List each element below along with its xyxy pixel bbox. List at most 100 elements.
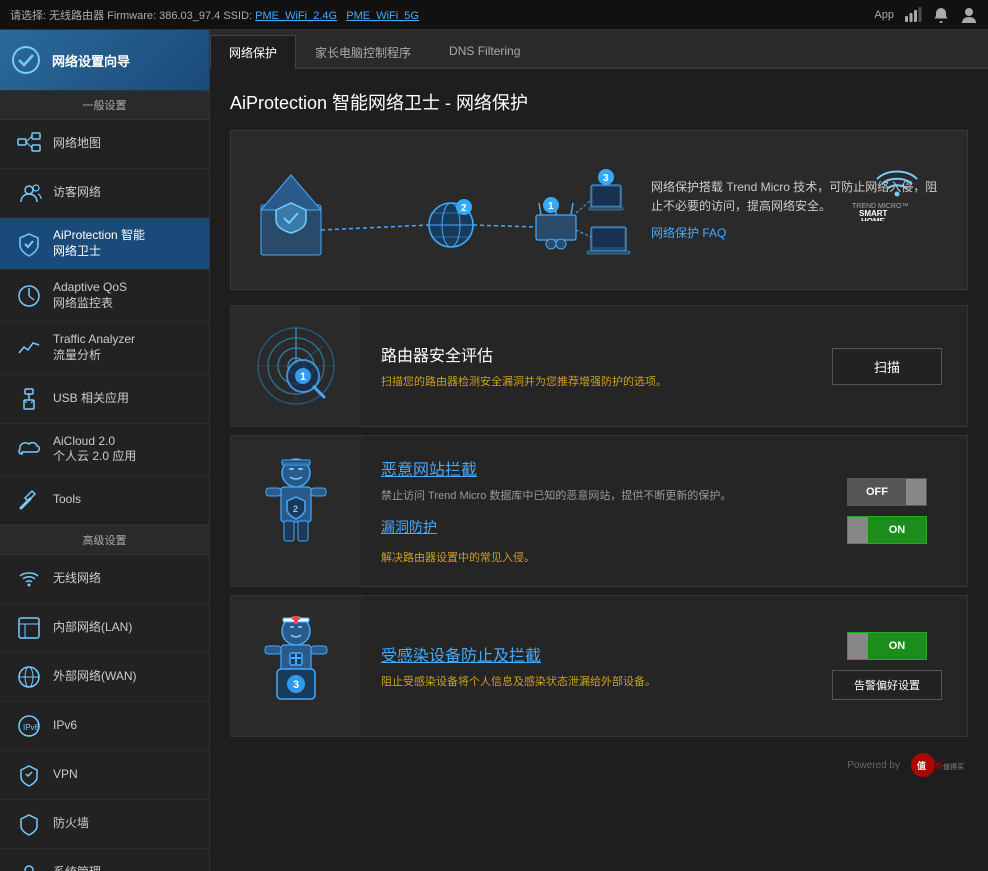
sidebar-item-traffic[interactable]: Traffic Analyzer流量分析 [0, 322, 209, 374]
header: 请选择: 无线路由器 Firmware: 386.03_97.4 SSID: P… [0, 0, 988, 30]
sidebar-item-wireless-label: 无线网络 [53, 571, 101, 587]
router-security-content: 路由器安全评估 扫描您的路由器检测安全漏洞并为您推荐增强防护的选项。 [361, 306, 807, 426]
malicious-site-title: 恶意网站拦截 [381, 456, 787, 480]
sidebar-item-usb-label: USB 相关应用 [53, 391, 129, 407]
usb-icon [15, 385, 43, 413]
malicious-site-toggle[interactable]: OFF [847, 478, 927, 506]
vulnerability-desc: 解决路由器设置中的常见入侵。 [381, 550, 787, 567]
network-diagram: 2 1 [251, 155, 631, 265]
sidebar-item-guest-label: 访客网络 [53, 185, 101, 201]
infected-actions: ON 告警偏好设置 [807, 596, 967, 736]
network-map-icon [15, 130, 43, 158]
wireless-icon [15, 565, 43, 593]
user-icon[interactable] [960, 6, 978, 24]
sidebar-wizard[interactable]: 网络设置向导 [0, 30, 209, 90]
sidebar-item-lan[interactable]: 内部网络(LAN) [0, 604, 209, 653]
toggle-knob [906, 479, 926, 505]
svg-text:值: 值 [917, 760, 926, 771]
qos-icon [15, 282, 43, 310]
ssid1-link[interactable]: PME_WiFi_2.4G [255, 10, 337, 22]
layout: 网络设置向导 一般设置 网络地图 [0, 30, 988, 871]
svg-text:外: 外 [935, 761, 943, 771]
admin-icon [15, 859, 43, 871]
wizard-label: 网络设置向导 [52, 51, 130, 70]
powered-by-area: Powered by 值 外 值得买 [230, 745, 968, 785]
sidebar-item-traffic-label: Traffic Analyzer流量分析 [53, 332, 135, 363]
malicious-site-desc: 禁止访问 Trend Micro 数据库中已知的恶意网站，提供不断更新的保护。 [381, 488, 787, 505]
infected-device-title: 受感染设备防止及拦截 [381, 642, 787, 666]
toggle-on-label: ON [868, 517, 926, 543]
app-label: App [874, 9, 894, 21]
signal-icon [904, 6, 922, 24]
tools-icon [15, 486, 43, 514]
svg-text:2: 2 [293, 504, 298, 514]
svg-text:IPv6: IPv6 [23, 723, 40, 732]
sidebar-item-guest-network[interactable]: 访客网络 [0, 169, 209, 218]
infected-toggle-knob [848, 633, 868, 659]
sidebar-item-network-map[interactable]: 网络地图 [0, 120, 209, 169]
trend-micro-logo: TREND MICRO™ SMART HOME NETWORK [847, 151, 947, 221]
infected-icon-area: 3 [231, 596, 361, 736]
sidebar-item-tools[interactable]: Tools [0, 476, 209, 525]
sidebar-item-lan-label: 内部网络(LAN) [53, 620, 132, 636]
svg-text:值得买: 值得买 [943, 762, 964, 771]
tab-dns-filtering[interactable]: DNS Filtering [430, 35, 539, 69]
sidebar-item-admin-label: 系统管理 [53, 865, 101, 871]
wizard-icon [10, 44, 42, 76]
infected-content: 受感染设备防止及拦截 阻止受感染设备将个人信息及感染状态泄漏给外部设备。 [361, 596, 807, 736]
content-area: AiProtection 智能网络卫士 - 网络保护 [210, 69, 988, 871]
sidebar: 网络设置向导 一般设置 网络地图 [0, 30, 210, 871]
sidebar-item-aiprotection[interactable]: AiProtection 智能网络卫士 [0, 218, 209, 270]
sidebar-item-tools-label: Tools [53, 492, 81, 508]
sidebar-item-ipv6[interactable]: IPv6 IPv6 [0, 702, 209, 751]
lan-icon [15, 614, 43, 642]
sidebar-item-admin[interactable]: 系统管理 [0, 849, 209, 871]
header-right: App [874, 6, 978, 24]
svg-text:1: 1 [300, 371, 306, 383]
scan-button[interactable]: 扫描 [832, 348, 942, 385]
sidebar-item-wireless[interactable]: 无线网络 [0, 555, 209, 604]
malicious-icon-area: 2 [231, 436, 361, 586]
alert-settings-button[interactable]: 告警偏好设置 [832, 670, 942, 700]
sidebar-item-aicloud[interactable]: AiCloud 2.0个人云 2.0 应用 [0, 424, 209, 476]
sidebar-item-ipv6-label: IPv6 [53, 718, 77, 734]
vpn-icon [15, 761, 43, 789]
sidebar-item-vpn[interactable]: VPN [0, 751, 209, 800]
vulnerability-toggle[interactable]: ON [847, 516, 927, 544]
sidebar-item-wan[interactable]: 外部网络(WAN) [0, 653, 209, 702]
firewall-icon [15, 810, 43, 838]
general-section-title: 一般设置 [0, 90, 209, 120]
main-content: 网络保护 家长电脑控制程序 DNS Filtering AiProtection… [210, 30, 988, 871]
malicious-section: 2 恶意网站拦截 禁止访问 Trend Micro 数据库中已知的恶意网站，提供… [230, 435, 968, 587]
infected-device-toggle[interactable]: ON [847, 632, 927, 660]
header-info: 请选择: 无线路由器 Firmware: 386.03_97.4 SSID: P… [10, 7, 874, 23]
router-security-actions: 扫描 [807, 306, 967, 426]
sidebar-item-usb[interactable]: USB 相关应用 [0, 375, 209, 424]
sidebar-item-qos-label: Adaptive QoS网络监控表 [53, 280, 127, 311]
sidebar-item-vpn-label: VPN [53, 767, 78, 783]
page-title: AiProtection 智能网络卫士 - 网络保护 [230, 89, 968, 115]
toggle-on-knob [848, 517, 868, 543]
tab-network-protection[interactable]: 网络保护 [210, 35, 296, 69]
infected-device-section: 3 受感染设备防止及拦截 阻止受感染设备将个人信息及感染状态泄漏给外部设备。 O… [230, 595, 968, 737]
bell-icon[interactable] [932, 6, 950, 24]
traffic-icon [15, 334, 43, 362]
sidebar-item-network-map-label: 网络地图 [53, 136, 101, 152]
sidebar-item-firewall-label: 防火墙 [53, 816, 89, 832]
svg-text:HOME: HOME [861, 217, 886, 221]
sidebar-item-aicloud-label: AiCloud 2.0个人云 2.0 应用 [53, 434, 136, 465]
svg-text:2: 2 [461, 203, 467, 214]
micro-logo: 值 外 值得买 [908, 750, 968, 780]
powered-by-text: Powered by [847, 760, 900, 771]
sidebar-item-firewall[interactable]: 防火墙 [0, 800, 209, 849]
sidebar-item-wan-label: 外部网络(WAN) [53, 669, 137, 685]
aicloud-icon [15, 435, 43, 463]
advanced-section-title: 高级设置 [0, 525, 209, 555]
sidebar-item-qos[interactable]: Adaptive QoS网络监控表 [0, 270, 209, 322]
tab-parental-control[interactable]: 家长电脑控制程序 [296, 35, 430, 69]
svg-text:3: 3 [603, 173, 609, 184]
faq-link[interactable]: 网络保护 FAQ [651, 226, 726, 240]
infected-toggle-on-label: ON [868, 633, 926, 659]
header-text: 请选择: 无线路由器 Firmware: 386.03_97.4 SSID: [10, 10, 252, 22]
ssid2-link[interactable]: PME_WiFi_5G [346, 10, 419, 22]
